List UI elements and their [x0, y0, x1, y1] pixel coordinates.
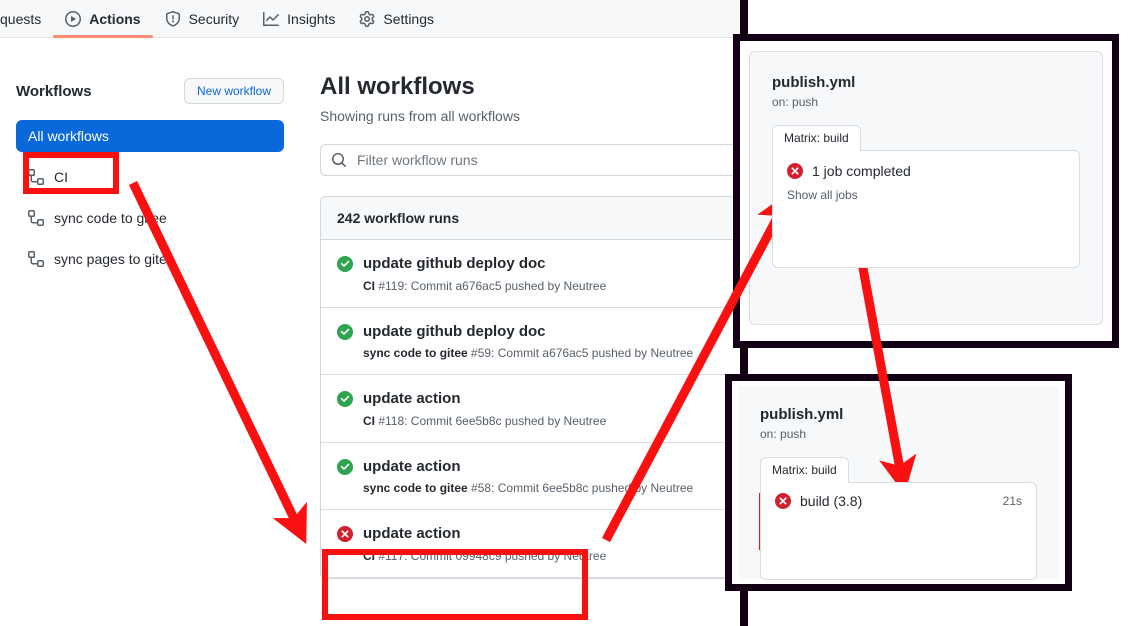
run-workflow-name: sync code to gitee: [363, 481, 468, 495]
tab-insights-label: Insights: [287, 10, 336, 27]
table-row[interactable]: update github deploy doc CI #119: Commit…: [321, 240, 749, 308]
run-workflow-name: sync code to gitee: [363, 346, 468, 360]
matrix-body: build (3.8) 21s: [760, 482, 1037, 580]
graph-icon: [263, 11, 280, 27]
run-title: update action: [363, 525, 461, 542]
tab-pull-requests-label: quests: [0, 10, 42, 27]
tab-security-label: Security: [188, 10, 240, 27]
failure-icon: [787, 163, 803, 179]
gear-icon: [359, 10, 375, 27]
workflow-run-card: publish.yml on: push Matrix: build 1 job…: [749, 51, 1103, 325]
show-all-jobs-link[interactable]: Show all jobs: [787, 188, 1065, 202]
workflows-sidebar: Workflows New workflow All workflows CI …: [0, 38, 300, 284]
sidebar-item-label: sync code to gitee: [54, 210, 167, 227]
success-icon: [337, 256, 353, 272]
sidebar-item-sync-code-to-gitee[interactable]: sync code to gitee: [16, 202, 284, 234]
workflow-runs-count: 242 workflow runs: [321, 197, 749, 240]
matrix-tab-build[interactable]: Matrix: build: [760, 457, 849, 483]
run-title: update action: [363, 390, 461, 407]
workflow-runs-panel: 242 workflow runs update github deploy d…: [320, 196, 750, 579]
run-workflow-name: CI: [363, 548, 375, 563]
run-meta: sync code to gitee #58: Commit 6ee5b8c p…: [363, 481, 693, 495]
workflow-file-name: publish.yml: [772, 74, 856, 91]
run-meta-detail: #117: Commit 09948c9 pushed by Neutree: [375, 548, 607, 563]
success-icon: [337, 323, 353, 340]
sidebar-item-label: All workflows: [28, 128, 109, 145]
job-duration: 21s: [1002, 494, 1022, 508]
run-workflow-name: CI: [363, 278, 375, 293]
tab-actions[interactable]: Actions: [53, 0, 153, 38]
tab-settings-label: Settings: [383, 10, 435, 27]
run-meta: CI #117: Commit 09948c9 pushed by Neutre…: [363, 549, 606, 563]
sidebar-item-ci[interactable]: CI: [16, 161, 284, 193]
matrix-tab-build[interactable]: Matrix: build: [772, 125, 861, 151]
workflow-icon: [28, 251, 44, 268]
run-meta-detail: #118: Commit 6ee5b8c pushed by Neutree: [375, 413, 607, 428]
workflow-icon: [28, 169, 44, 186]
job-row-build-38[interactable]: build (3.8) 21s: [775, 493, 1022, 509]
workflow-trigger: on: push: [772, 95, 819, 109]
success-icon: [337, 458, 353, 475]
workflows-heading: Workflows: [16, 82, 92, 100]
publish-yml-jobs-panel-bottom: publish.yml on: push Matrix: build build…: [725, 374, 1072, 591]
run-meta-detail: #58: Commit 6ee5b8c pushed by Neutree: [467, 481, 694, 495]
sidebar-header: Workflows New workflow: [16, 78, 284, 105]
run-title: update github deploy doc: [363, 322, 546, 340]
workflow-file-name: publish.yml: [760, 406, 844, 423]
sidebar-item-sync-pages-to-gitee[interactable]: sync pages to gitee: [16, 243, 284, 275]
run-meta-detail: #59: Commit a676ac5 pushed by Neutree: [467, 346, 694, 360]
table-row[interactable]: update action CI #117: Commit 09948c9 pu…: [321, 510, 749, 578]
publish-yml-jobs-panel-top: publish.yml on: push Matrix: build 1 job…: [733, 34, 1119, 348]
workflow-icon: [28, 210, 44, 227]
run-meta: sync code to gitee #59: Commit a676ac5 p…: [363, 346, 693, 360]
run-meta-detail: #119: Commit a676ac5 pushed by Neutree: [375, 278, 607, 293]
tab-insights[interactable]: Insights: [251, 0, 347, 38]
sidebar-item-label: CI: [54, 169, 68, 186]
table-row[interactable]: update action sync code to gitee #58: Co…: [321, 443, 749, 510]
filter-workflow-runs-box[interactable]: [320, 144, 750, 176]
success-icon: [337, 391, 353, 407]
run-meta: CI #119: Commit a676ac5 pushed by Neutre…: [363, 279, 606, 293]
tab-actions-label: Actions: [89, 10, 141, 27]
matrix-body: 1 job completed Show all jobs: [772, 150, 1080, 268]
run-title: update action: [363, 457, 461, 475]
table-row[interactable]: update github deploy doc sync code to gi…: [321, 308, 749, 375]
search-icon: [331, 152, 347, 168]
matrix-group: Matrix: build 1 job completed Show all j…: [772, 125, 1080, 268]
main-content: All workflows Showing runs from all work…: [320, 38, 750, 579]
page-subtitle: Showing runs from all workflows: [320, 108, 520, 124]
tab-pull-requests[interactable]: quests: [0, 0, 53, 38]
run-meta: CI #118: Commit 6ee5b8c pushed by Neutre…: [363, 414, 606, 428]
table-row[interactable]: update action CI #118: Commit 6ee5b8c pu…: [321, 375, 749, 443]
failure-icon: [775, 493, 791, 509]
sidebar-item-all-workflows[interactable]: All workflows: [16, 120, 284, 153]
failure-icon: [337, 526, 353, 542]
matrix-group: Matrix: build build (3.8) 21s: [760, 457, 1037, 580]
workflow-trigger: on: push: [760, 427, 807, 441]
tab-settings[interactable]: Settings: [347, 0, 446, 38]
new-workflow-button[interactable]: New workflow: [183, 78, 284, 105]
job-name-label: build (3.8): [800, 493, 863, 509]
run-title: update github deploy doc: [363, 255, 546, 272]
job-summary-label: 1 job completed: [812, 163, 911, 179]
job-summary-row[interactable]: 1 job completed: [787, 163, 1065, 179]
page-title: All workflows: [320, 73, 475, 100]
search-input[interactable]: [355, 151, 739, 169]
play-circle-icon: [65, 10, 82, 27]
tab-security[interactable]: Security: [153, 0, 252, 38]
run-workflow-name: CI: [363, 413, 375, 428]
workflow-run-card: publish.yml on: push Matrix: build build…: [738, 386, 1059, 580]
repo-nav: quests Actions Security Insights Setting…: [0, 0, 740, 38]
shield-icon: [165, 10, 181, 27]
sidebar-item-label: sync pages to gitee: [54, 251, 175, 268]
